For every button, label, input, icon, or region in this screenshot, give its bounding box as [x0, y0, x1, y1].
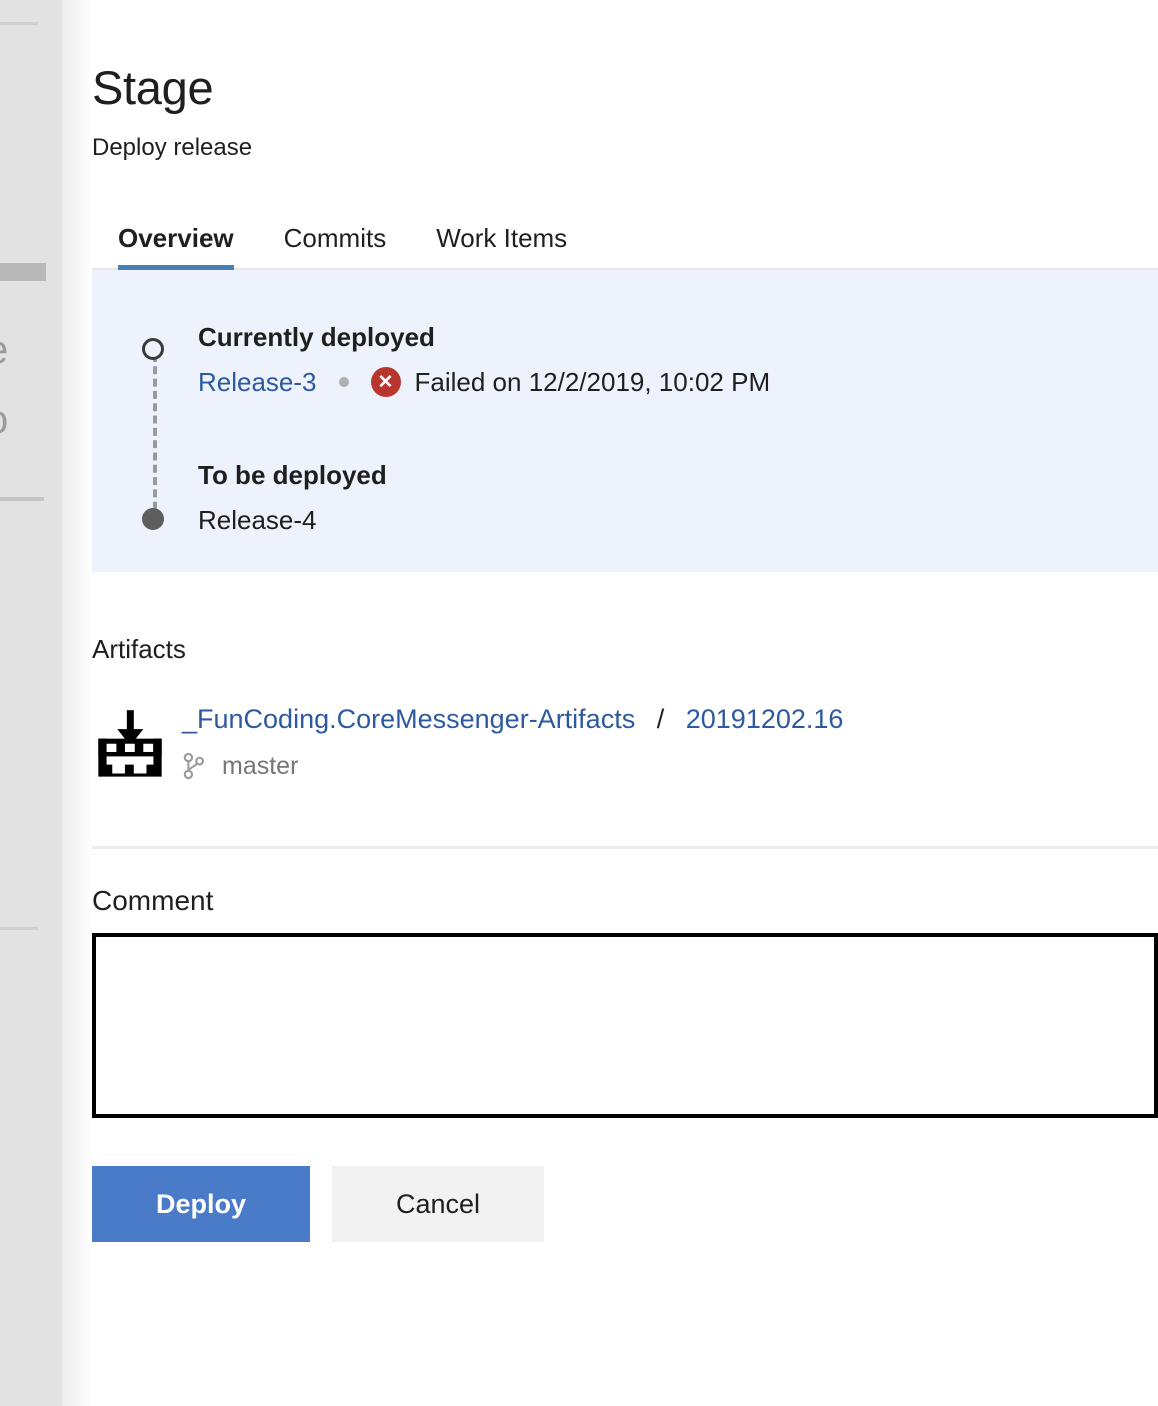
cancel-button[interactable]: Cancel	[332, 1166, 544, 1243]
background-text-fragment-top: e	[0, 330, 8, 370]
to-be-deployed-heading: To be deployed	[198, 460, 387, 491]
to-be-deployed-entry: To be deployed Release-4	[150, 460, 1158, 536]
error-circle-icon: ✕	[370, 367, 401, 398]
overlay-shade	[62, 0, 92, 1406]
artifact-name-line: _FunCoding.CoreMessenger-Artifacts / 201…	[182, 703, 843, 735]
artifact-details: _FunCoding.CoreMessenger-Artifacts / 201…	[168, 703, 843, 780]
currently-deployed-heading: Currently deployed	[198, 321, 435, 352]
deployment-summary-panel: Currently deployed Release-3 ✕ Failed on…	[92, 269, 1158, 573]
branch-icon	[182, 752, 206, 780]
background-line	[0, 497, 44, 501]
section-divider	[92, 846, 1158, 850]
background-page: e o	[0, 0, 62, 1406]
artifact-separator: /	[656, 704, 665, 735]
artifact-branch-line: master	[182, 752, 843, 781]
deployment-timeline: Currently deployed Release-3 ✕ Failed on…	[92, 322, 1158, 537]
background-line	[0, 927, 38, 930]
timeline-node-current	[142, 337, 164, 360]
currently-deployed-details: Release-3 ✕ Failed on 12/2/2019, 10:02 P…	[198, 367, 1158, 398]
failure-status-text: Failed on 12/2/2019, 10:02 PM	[414, 366, 771, 397]
timeline-node-next	[142, 507, 164, 530]
build-artifact-icon	[92, 703, 168, 788]
background-text-fragment-bottom: o	[0, 400, 8, 440]
artifact-name-link[interactable]: _FunCoding.CoreMessenger-Artifacts	[182, 704, 635, 734]
currently-deployed-entry: Currently deployed Release-3 ✕ Failed on…	[150, 322, 1158, 398]
artifact-version-link[interactable]: 20191202.16	[686, 704, 844, 734]
tab-overview[interactable]: Overview	[118, 223, 234, 270]
tab-work-items[interactable]: Work Items	[436, 223, 567, 268]
artifact-branch-name: master	[222, 751, 299, 780]
page-subtitle: Deploy release	[92, 133, 253, 161]
to-be-deployed-release: Release-4	[198, 505, 317, 536]
action-bar: Deploy Cancel	[92, 1166, 1158, 1243]
artifact-row: _FunCoding.CoreMessenger-Artifacts / 201…	[92, 703, 1158, 788]
background-block	[0, 263, 46, 281]
separator-dot	[338, 377, 349, 388]
release-3-link[interactable]: Release-3	[198, 367, 317, 398]
page-title: Stage	[92, 61, 214, 114]
comment-input[interactable]	[92, 933, 1158, 1119]
tab-commits[interactable]: Commits	[284, 223, 387, 268]
tab-bar: Overview Commits Work Items	[92, 210, 1158, 270]
timeline-connector	[153, 353, 157, 522]
comment-label: Comment	[92, 885, 214, 917]
artifacts-section-title: Artifacts	[92, 634, 186, 665]
stage-deploy-panel: Stage Deploy release Overview Commits Wo…	[92, 0, 1158, 1406]
deploy-button[interactable]: Deploy	[92, 1166, 310, 1243]
background-line	[0, 22, 38, 25]
